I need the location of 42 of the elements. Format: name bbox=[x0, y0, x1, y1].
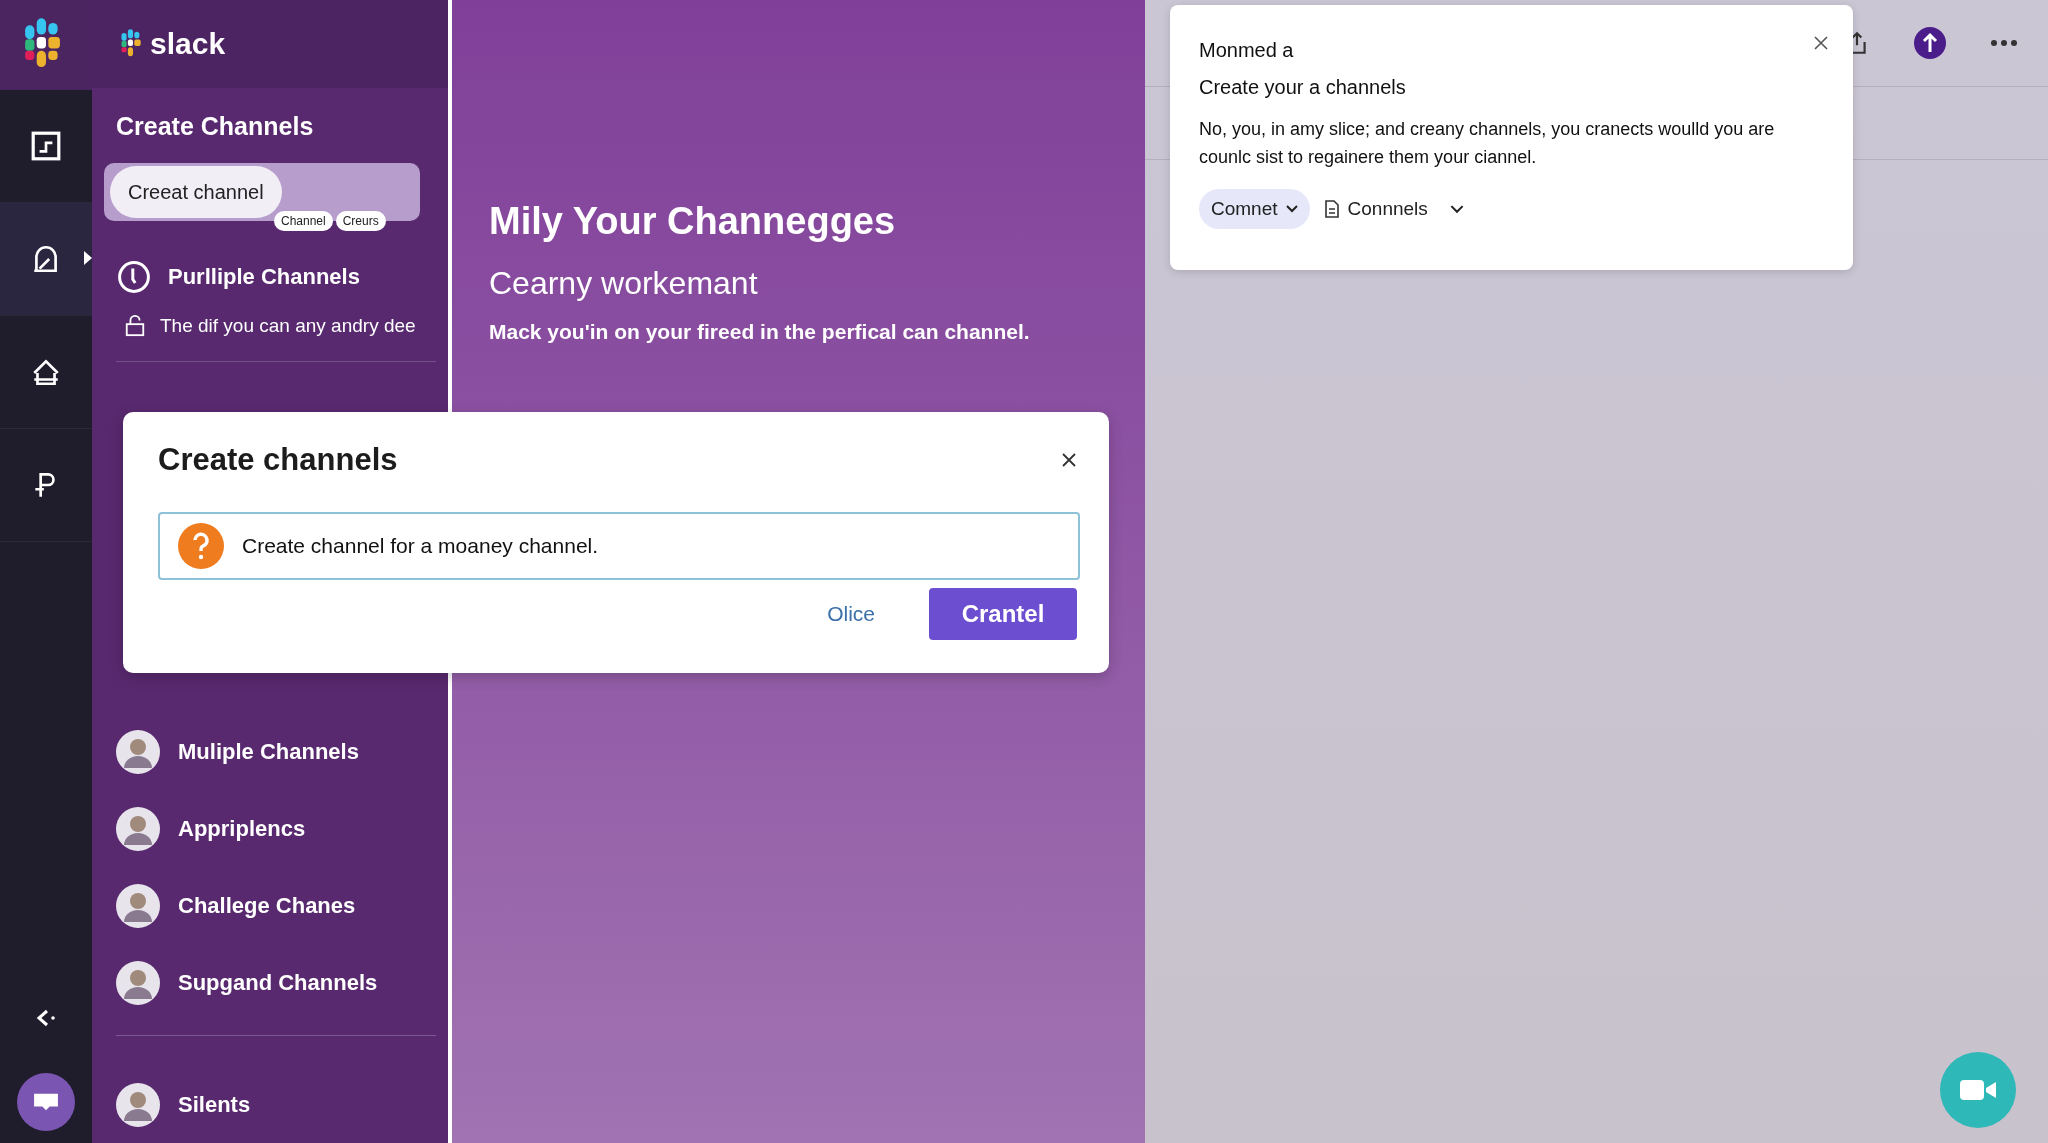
popup-heading: Monmed a bbox=[1199, 39, 1294, 62]
avatar bbox=[116, 883, 160, 928]
chevron-icon bbox=[1285, 205, 1298, 213]
avatar bbox=[116, 960, 160, 1005]
avatar bbox=[116, 1082, 160, 1127]
document-icon bbox=[1323, 199, 1340, 219]
channel-description: The dif you can any andry dee bbox=[160, 315, 416, 337]
sidebar-title: Create Channels bbox=[116, 112, 315, 141]
brand-name: slack bbox=[150, 27, 226, 61]
popup-text: No, you, in amy slice; and creany channels, you cranects woulld you are counlc sist to regainere them your ciannel. bbox=[1199, 118, 1776, 169]
dropdown-button[interactable]: Comnet bbox=[1199, 189, 1310, 229]
popup-title: Create your a channels bbox=[1199, 76, 1407, 99]
chat-button[interactable] bbox=[17, 1073, 75, 1131]
secondary-button[interactable]: Olice bbox=[821, 601, 881, 627]
chevron-icon[interactable] bbox=[1449, 204, 1464, 214]
message-text: Create channel for a moaney channel. bbox=[242, 534, 599, 558]
menu-label[interactable]: Connnels bbox=[1347, 198, 1428, 220]
primary-button[interactable]: Crantel bbox=[929, 588, 1077, 640]
channel-item[interactable]: Challege Chanes bbox=[178, 892, 356, 919]
lock-icon bbox=[124, 315, 146, 337]
upload-icon[interactable] bbox=[1914, 27, 1946, 59]
close-icon[interactable] bbox=[1061, 452, 1077, 468]
channel-item[interactable]: Supgand Channels bbox=[178, 969, 378, 996]
question-icon bbox=[178, 523, 224, 569]
avatar bbox=[116, 729, 160, 774]
clock-icon bbox=[116, 259, 152, 295]
panel-text: Mack you'in on your fireed in the perfical can channel. bbox=[489, 320, 1031, 344]
panel-subtitle: Cearny workemant bbox=[489, 265, 759, 302]
more-icon[interactable] bbox=[1990, 39, 2018, 47]
dialog-title: Create channels bbox=[158, 442, 398, 478]
close-icon[interactable] bbox=[1813, 35, 1829, 51]
channel-item[interactable]: Appriplencs bbox=[178, 815, 306, 842]
section-title[interactable]: Purlliple Channels bbox=[168, 264, 360, 290]
avatar bbox=[116, 806, 160, 851]
panel-title: Mily Your Channegges bbox=[489, 200, 897, 243]
square-icon bbox=[30, 130, 62, 162]
channel-item[interactable]: Muliple Channels bbox=[178, 738, 359, 765]
tag[interactable]: Creurs bbox=[335, 211, 386, 231]
tag[interactable]: Channel bbox=[274, 211, 333, 231]
channel-item[interactable]: Silents bbox=[178, 1091, 251, 1118]
chat-icon bbox=[32, 1091, 60, 1113]
create-channel-button[interactable]: Creeat channel bbox=[110, 166, 282, 218]
